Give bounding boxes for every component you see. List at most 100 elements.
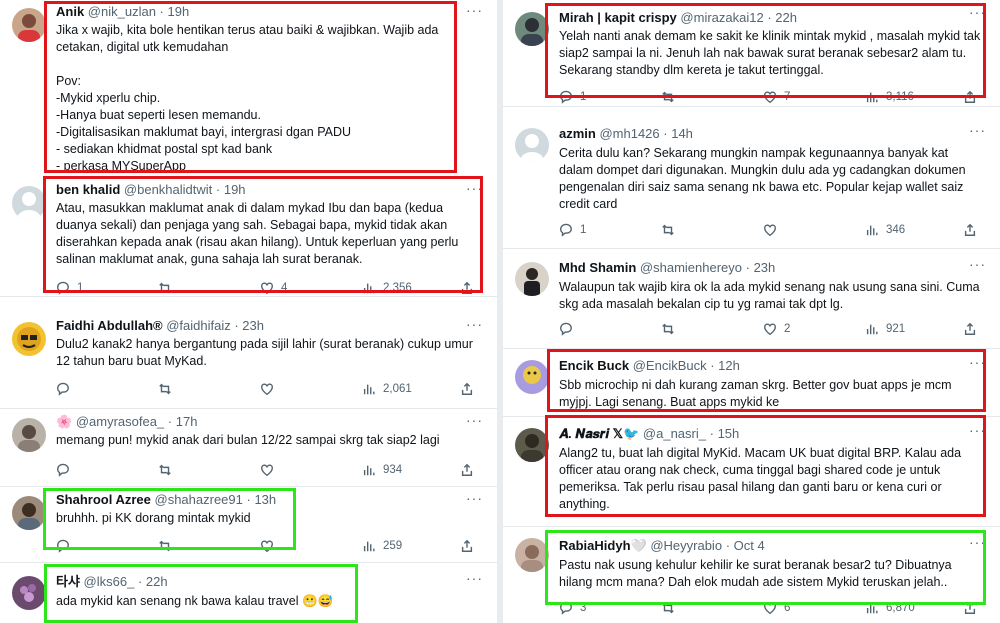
author-handle[interactable]: @shamienhereyo <box>640 260 742 275</box>
more-options-button[interactable]: ··· <box>969 122 986 138</box>
more-options-button[interactable]: ··· <box>466 316 483 332</box>
more-options-button[interactable]: ··· <box>466 570 483 586</box>
author-handle[interactable]: @nik_uzlan <box>88 4 156 19</box>
author-handle[interactable]: @mirazakai12 <box>680 10 763 25</box>
views-button[interactable]: 3,116 <box>865 90 914 104</box>
author-name[interactable]: Encik Buck <box>559 358 629 373</box>
avatar[interactable] <box>12 576 46 610</box>
share-button[interactable] <box>460 463 474 477</box>
more-options-button[interactable]: ··· <box>969 354 986 370</box>
author-name[interactable]: Mhd Shamin <box>559 260 636 275</box>
like-button[interactable]: 7 <box>763 90 790 104</box>
like-button[interactable] <box>260 463 281 477</box>
more-options-button[interactable]: ··· <box>969 422 986 438</box>
author-handle[interactable]: @amyrasofea_ <box>76 414 164 429</box>
share-button[interactable] <box>963 322 977 336</box>
views-button[interactable]: 934 <box>362 463 402 477</box>
avatar[interactable] <box>12 418 46 452</box>
post-time[interactable]: · 13h <box>247 492 277 507</box>
retweet-button[interactable] <box>158 463 179 477</box>
more-options-button[interactable]: ··· <box>466 2 483 18</box>
reply-button[interactable]: 3 <box>559 601 586 615</box>
reply-post-ben-khalid[interactable]: ben khalid @benkhalidtwit · 19h ··· Atau… <box>0 178 497 297</box>
post-time[interactable]: · 22h <box>138 574 168 589</box>
like-button[interactable] <box>260 539 281 553</box>
reply-button[interactable]: 1 <box>559 90 586 104</box>
retweet-button[interactable] <box>158 382 179 396</box>
more-options-button[interactable]: ··· <box>466 412 483 428</box>
share-button[interactable] <box>460 281 474 295</box>
avatar[interactable] <box>515 428 549 462</box>
reply-button[interactable] <box>559 322 580 336</box>
retweet-button[interactable] <box>158 539 179 553</box>
author-handle[interactable]: @Heyyrabio <box>650 538 722 553</box>
views-button[interactable]: 2,061 <box>362 382 412 396</box>
author-handle[interactable]: @lks66_ <box>84 574 135 589</box>
reply-post-lks66[interactable]: 타샤 @lks66_ · 22h ··· ada mykid kan senan… <box>0 568 497 623</box>
author-handle[interactable]: @shahazree91 <box>155 492 243 507</box>
reply-post-faidhi[interactable]: Faidhi Abdullah® @faidhifaiz · 23h ··· D… <box>0 314 497 409</box>
like-button[interactable]: 2 <box>763 322 790 336</box>
avatar[interactable] <box>12 322 46 356</box>
author-handle[interactable]: @a_nasri_ <box>643 426 706 441</box>
post-time[interactable]: · 17h <box>168 414 198 429</box>
like-button[interactable] <box>260 382 281 396</box>
author-handle[interactable]: @mh1426 <box>599 126 659 141</box>
reply-button[interactable] <box>56 463 77 477</box>
more-options-button[interactable]: ··· <box>969 256 986 272</box>
views-button[interactable]: 921 <box>865 322 905 336</box>
retweet-button[interactable] <box>661 322 682 336</box>
share-button[interactable] <box>963 90 977 104</box>
post-time[interactable]: · 15h <box>710 426 740 441</box>
avatar[interactable] <box>515 538 549 572</box>
author-name[interactable]: Anik <box>56 4 84 19</box>
retweet-button[interactable] <box>661 90 682 104</box>
share-button[interactable] <box>460 382 474 396</box>
like-button[interactable]: 4 <box>260 281 287 295</box>
reply-button[interactable] <box>56 382 77 396</box>
more-options-button[interactable]: ··· <box>466 490 483 506</box>
author-handle[interactable]: @benkhalidtwit <box>124 182 212 197</box>
post-time[interactable]: · 22h <box>767 10 797 25</box>
avatar[interactable] <box>12 496 46 530</box>
reply-post-rabiahidyh[interactable]: RabiaHidyh🤍 @Heyyrabio · Oct 4 ··· Pastu… <box>503 530 1000 623</box>
reply-post-amyrasofea[interactable]: 🌸 @amyrasofea_ · 17h ··· memang pun! myk… <box>0 410 497 487</box>
author-name[interactable]: 🌸 <box>56 414 72 429</box>
more-options-button[interactable]: ··· <box>466 180 483 196</box>
reply-button[interactable] <box>56 539 77 553</box>
author-name[interactable]: RabiaHidyh🤍 <box>559 538 647 553</box>
avatar[interactable] <box>515 360 549 394</box>
views-button[interactable]: 346 <box>865 223 905 237</box>
reply-button[interactable]: 1 <box>56 281 83 295</box>
author-handle[interactable]: @faidhifaiz <box>166 318 231 333</box>
post-time[interactable]: · 14h <box>663 126 693 141</box>
like-button[interactable] <box>763 223 784 237</box>
avatar[interactable] <box>515 128 549 162</box>
retweet-button[interactable] <box>661 223 682 237</box>
views-button[interactable]: 259 <box>362 539 402 553</box>
avatar[interactable] <box>515 12 549 46</box>
reply-post-anik[interactable]: Anik @nik_uzlan · 19h ··· Jika x wajib, … <box>0 0 497 179</box>
author-name[interactable]: Mirah | kapit crispy <box>559 10 677 25</box>
like-button[interactable]: 6 <box>763 601 790 615</box>
avatar[interactable] <box>12 186 46 220</box>
post-time[interactable]: · 23h <box>234 318 264 333</box>
more-options-button[interactable]: ··· <box>969 534 986 550</box>
more-options-button[interactable]: ··· <box>969 4 986 20</box>
post-time[interactable]: · Oct 4 <box>726 538 765 553</box>
reply-post-a-nasri[interactable]: 𝑨. 𝑵𝒂𝒔𝒓𝒊 𝕏🐦 @a_nasri_ · 15h ··· Alang2 t… <box>503 418 1000 527</box>
author-name[interactable]: Shahrool Azree <box>56 492 151 507</box>
avatar[interactable] <box>515 262 549 296</box>
retweet-button[interactable] <box>158 281 179 295</box>
post-time[interactable]: · 23h <box>746 260 776 275</box>
retweet-button[interactable] <box>661 601 682 615</box>
share-button[interactable] <box>460 539 474 553</box>
author-name[interactable]: azmin <box>559 126 596 141</box>
reply-post-shahrool[interactable]: Shahrool Azree @shahazree91 · 13h ··· br… <box>0 488 497 563</box>
reply-post-azmin[interactable]: azmin @mh1426 · 14h ··· Cerita dulu kan?… <box>503 120 1000 249</box>
views-button[interactable]: 2,356 <box>362 281 412 295</box>
share-button[interactable] <box>963 223 977 237</box>
author-name[interactable]: 타샤 <box>56 574 80 589</box>
author-name[interactable]: Faidhi Abdullah® <box>56 318 163 333</box>
reply-button[interactable]: 1 <box>559 223 586 237</box>
